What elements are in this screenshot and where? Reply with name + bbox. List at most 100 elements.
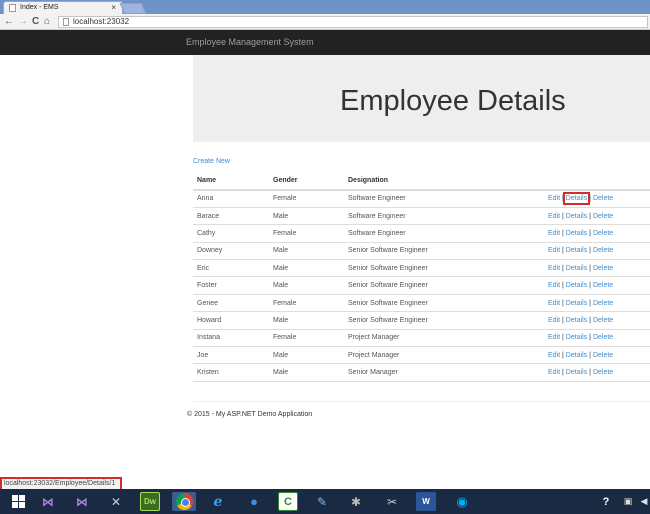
address-bar[interactable]: localhost:23032 [58, 16, 648, 28]
camtasia-icon[interactable]: C [278, 492, 298, 511]
tools-icon[interactable]: ✕ [106, 492, 126, 511]
forward-arrow-icon[interactable]: → [18, 15, 28, 29]
delete-link[interactable]: Delete [593, 195, 613, 202]
delete-link[interactable]: Delete [593, 213, 613, 220]
back-arrow-icon[interactable]: ← [4, 15, 14, 29]
details-link[interactable]: Details [566, 265, 587, 272]
cell-gender: Female [269, 224, 344, 243]
page-icon [63, 18, 69, 26]
cell-gender: Male [269, 276, 344, 295]
dreamweaver-icon[interactable]: Dw [140, 492, 160, 511]
cell-gender: Male [269, 207, 344, 226]
separator: | [589, 334, 591, 342]
edit-link[interactable]: Edit [548, 317, 560, 324]
separator: | [589, 195, 591, 203]
separator: | [562, 229, 564, 237]
edit-link[interactable]: Edit [548, 195, 560, 202]
word-icon[interactable]: W [416, 492, 436, 511]
create-new-link[interactable]: Create New [193, 158, 230, 165]
table-row: Howard Male Senior Software Engineer Edit |… [193, 311, 650, 330]
visual-studio-icon[interactable]: ⋈ [38, 492, 58, 511]
edit-link[interactable]: Edit [548, 369, 560, 376]
row-actions: Edit | Details | Delete [548, 207, 650, 226]
details-link[interactable]: Details [566, 213, 587, 220]
cell-name: Foster [193, 276, 269, 295]
delete-link[interactable]: Delete [593, 300, 613, 307]
delete-link[interactable]: Delete [593, 265, 613, 272]
table-row: Downey Male Senior Software Engineer Edit |… [193, 242, 650, 261]
column-header-name: Name [193, 171, 269, 191]
help-icon[interactable]: ? [596, 492, 616, 511]
visual-studio-icon[interactable]: ⋈ [72, 492, 92, 511]
browser-tab[interactable]: Index - EMS × [3, 1, 123, 14]
edit-link[interactable]: Edit [548, 300, 560, 307]
details-link[interactable]: Details [566, 369, 587, 376]
details-link[interactable]: Details [566, 334, 587, 341]
table-header-row: Name Gender Designation [193, 171, 650, 191]
cell-name: Howard [193, 311, 269, 330]
cell-gender: Male [269, 363, 344, 382]
column-header-gender: Gender [269, 171, 344, 191]
details-link[interactable]: Details [566, 230, 587, 237]
reload-icon[interactable]: C [32, 15, 39, 29]
delete-link[interactable]: Delete [593, 352, 613, 359]
edit-link[interactable]: Edit [548, 247, 560, 254]
delete-link[interactable]: Delete [593, 282, 613, 289]
cell-name: Downey [193, 242, 269, 261]
separator: | [562, 334, 564, 342]
table-body: Anna Female Software Engineer Edit | Detail… [193, 190, 650, 382]
cell-gender: Male [269, 259, 344, 278]
table-row: Barace Male Software Engineer Edit | Detail… [193, 207, 650, 226]
chrome-icon [175, 493, 193, 510]
separator: | [589, 351, 591, 359]
details-link[interactable]: Details [566, 300, 587, 307]
details-link[interactable]: Details [566, 282, 587, 289]
cell-gender: Female [269, 294, 344, 313]
row-actions: Edit | Details | Delete [548, 346, 650, 365]
edit-link[interactable]: Edit [548, 352, 560, 359]
new-tab-button[interactable] [119, 3, 147, 14]
outlook-icon[interactable]: ● [244, 492, 264, 511]
paint-icon[interactable]: ✎ [312, 492, 332, 511]
details-link[interactable]: Details [566, 247, 587, 254]
snipping-icon[interactable]: ✂ [382, 492, 402, 511]
row-actions: Edit | Details | Delete [548, 242, 650, 261]
delete-link[interactable]: Delete [593, 334, 613, 341]
home-icon[interactable]: ⌂ [44, 15, 50, 29]
app-icon[interactable]: ✱ [346, 492, 366, 511]
cell-designation: Senior Manager [344, 363, 548, 382]
delete-link[interactable]: Delete [593, 369, 613, 376]
browser-tabstrip: Index - EMS × [0, 0, 650, 14]
separator: | [562, 264, 564, 272]
tray-sound-icon[interactable]: ◀ [634, 492, 650, 511]
table-row: Eric Male Senior Software Engineer Edit | D… [193, 259, 650, 278]
delete-link[interactable]: Delete [593, 230, 613, 237]
page-title: Employee Details [340, 85, 566, 117]
details-link[interactable]: Details [562, 192, 591, 206]
chrome-taskbar-button[interactable] [172, 492, 196, 511]
details-link[interactable]: Details [566, 352, 587, 359]
cell-designation: Senior Software Engineer [344, 294, 548, 313]
table-row: Instana Female Project Manager Edit | Detai… [193, 329, 650, 348]
edit-link[interactable]: Edit [548, 334, 560, 341]
separator: | [562, 369, 564, 377]
separator: | [562, 299, 564, 307]
separator: | [562, 247, 564, 255]
row-actions: Edit | Details | Delete [548, 276, 650, 295]
delete-link[interactable]: Delete [593, 317, 613, 324]
skype-icon[interactable]: ◉ [452, 492, 472, 511]
cell-name: Joe [193, 346, 269, 365]
windows-start-icon[interactable] [8, 492, 28, 511]
cell-designation: Senior Software Engineer [344, 259, 548, 278]
details-link[interactable]: Details [566, 317, 587, 324]
edit-link[interactable]: Edit [548, 213, 560, 220]
internet-explorer-icon[interactable]: e [208, 492, 228, 511]
edit-link[interactable]: Edit [548, 265, 560, 272]
navbar-brand[interactable]: Employee Management System [186, 37, 314, 47]
tab-close-icon[interactable]: × [111, 3, 116, 12]
separator: | [589, 282, 591, 290]
edit-link[interactable]: Edit [548, 282, 560, 289]
edit-link[interactable]: Edit [548, 230, 560, 237]
separator: | [562, 282, 564, 290]
delete-link[interactable]: Delete [593, 247, 613, 254]
